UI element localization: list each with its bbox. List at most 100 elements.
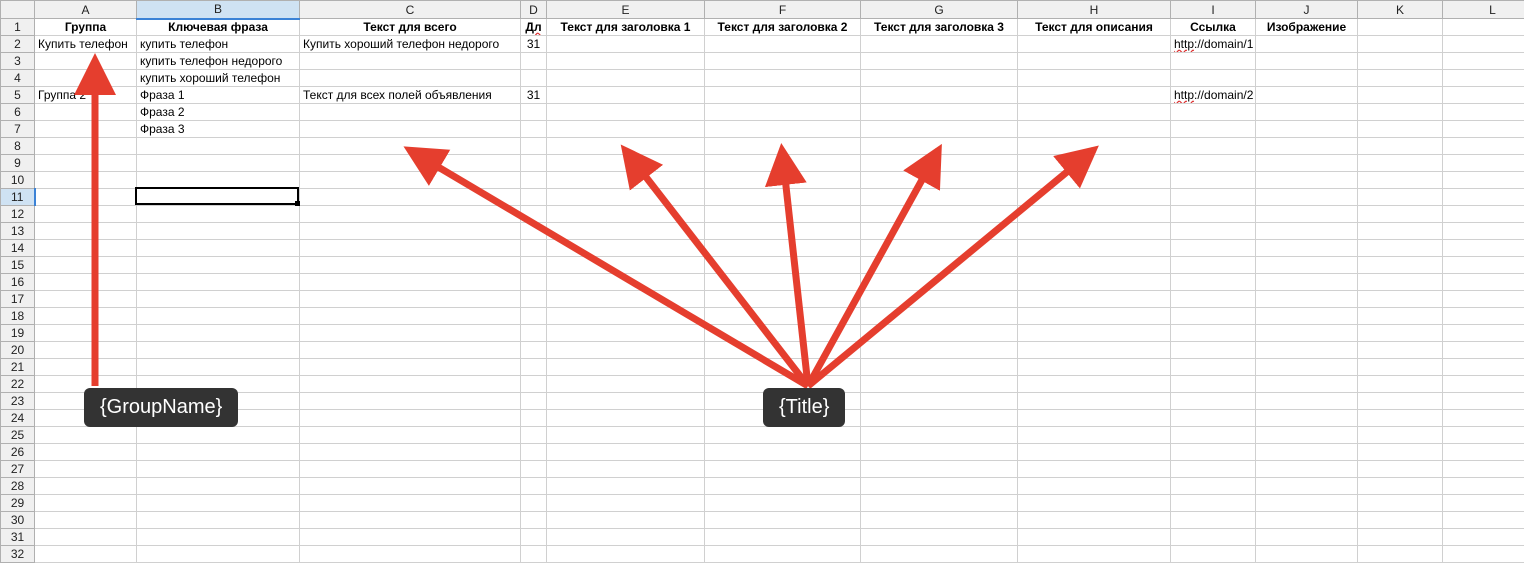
cell-F2[interactable] — [705, 36, 861, 53]
cell-J16[interactable] — [1256, 274, 1358, 291]
cell-H3[interactable] — [1018, 53, 1171, 70]
cell-F27[interactable] — [705, 461, 861, 478]
cell-D25[interactable] — [521, 427, 547, 444]
cell-L23[interactable] — [1443, 393, 1524, 410]
cell-A11[interactable] — [35, 189, 137, 206]
row-header-9[interactable]: 9 — [1, 155, 35, 172]
cell-A21[interactable] — [35, 359, 137, 376]
cell-J12[interactable] — [1256, 206, 1358, 223]
cell-F28[interactable] — [705, 478, 861, 495]
cell-F7[interactable] — [705, 121, 861, 138]
cell-J29[interactable] — [1256, 495, 1358, 512]
row-header-30[interactable]: 30 — [1, 512, 35, 529]
cell-H19[interactable] — [1018, 325, 1171, 342]
cell-B31[interactable] — [137, 529, 300, 546]
cell-G9[interactable] — [861, 155, 1018, 172]
cell-K3[interactable] — [1358, 53, 1443, 70]
cell-L8[interactable] — [1443, 138, 1524, 155]
cell-G24[interactable] — [861, 410, 1018, 427]
cell-K6[interactable] — [1358, 104, 1443, 121]
row-header-12[interactable]: 12 — [1, 206, 35, 223]
cell-D4[interactable] — [521, 70, 547, 87]
cell-I26[interactable] — [1171, 444, 1256, 461]
cell-F13[interactable] — [705, 223, 861, 240]
cell-E23[interactable] — [547, 393, 705, 410]
cell-H28[interactable] — [1018, 478, 1171, 495]
cell-B9[interactable] — [137, 155, 300, 172]
cell-C9[interactable] — [300, 155, 521, 172]
cell-G11[interactable] — [861, 189, 1018, 206]
cell-D16[interactable] — [521, 274, 547, 291]
cell-E26[interactable] — [547, 444, 705, 461]
cell-L31[interactable] — [1443, 529, 1524, 546]
cell-E17[interactable] — [547, 291, 705, 308]
cell-G5[interactable] — [861, 87, 1018, 104]
cell-G31[interactable] — [861, 529, 1018, 546]
cell-J31[interactable] — [1256, 529, 1358, 546]
cell-K12[interactable] — [1358, 206, 1443, 223]
cell-E15[interactable] — [547, 257, 705, 274]
cell-B15[interactable] — [137, 257, 300, 274]
cell-A6[interactable] — [35, 104, 137, 121]
cell-E24[interactable] — [547, 410, 705, 427]
cell-L16[interactable] — [1443, 274, 1524, 291]
cell-F25[interactable] — [705, 427, 861, 444]
cell-A30[interactable] — [35, 512, 137, 529]
cell-C32[interactable] — [300, 546, 521, 563]
cell-K14[interactable] — [1358, 240, 1443, 257]
cell-H32[interactable] — [1018, 546, 1171, 563]
cell-L28[interactable] — [1443, 478, 1524, 495]
cell-G8[interactable] — [861, 138, 1018, 155]
cell-F8[interactable] — [705, 138, 861, 155]
row-header-28[interactable]: 28 — [1, 478, 35, 495]
cell-F3[interactable] — [705, 53, 861, 70]
cell-I10[interactable] — [1171, 172, 1256, 189]
cell-C29[interactable] — [300, 495, 521, 512]
cell-F18[interactable] — [705, 308, 861, 325]
cell-I21[interactable] — [1171, 359, 1256, 376]
cell-B3[interactable]: купить телефон недорого — [137, 53, 300, 70]
cell-F14[interactable] — [705, 240, 861, 257]
cell-J20[interactable] — [1256, 342, 1358, 359]
cell-K17[interactable] — [1358, 291, 1443, 308]
row-header-13[interactable]: 13 — [1, 223, 35, 240]
cell-J32[interactable] — [1256, 546, 1358, 563]
column-header-D[interactable]: D — [521, 1, 547, 19]
cell-H14[interactable] — [1018, 240, 1171, 257]
cell-E31[interactable] — [547, 529, 705, 546]
cell-F11[interactable] — [705, 189, 861, 206]
cell-G32[interactable] — [861, 546, 1018, 563]
cell-H26[interactable] — [1018, 444, 1171, 461]
cell-I7[interactable] — [1171, 121, 1256, 138]
cell-B10[interactable] — [137, 172, 300, 189]
cell-F17[interactable] — [705, 291, 861, 308]
cell-A28[interactable] — [35, 478, 137, 495]
cell-L4[interactable] — [1443, 70, 1524, 87]
cell-I28[interactable] — [1171, 478, 1256, 495]
cell-J11[interactable] — [1256, 189, 1358, 206]
cell-E8[interactable] — [547, 138, 705, 155]
cell-E29[interactable] — [547, 495, 705, 512]
cell-G28[interactable] — [861, 478, 1018, 495]
row-header-14[interactable]: 14 — [1, 240, 35, 257]
cell-D9[interactable] — [521, 155, 547, 172]
cell-K30[interactable] — [1358, 512, 1443, 529]
cell-I9[interactable] — [1171, 155, 1256, 172]
cell-L5[interactable] — [1443, 87, 1524, 104]
row-header-17[interactable]: 17 — [1, 291, 35, 308]
cell-H31[interactable] — [1018, 529, 1171, 546]
cell-L27[interactable] — [1443, 461, 1524, 478]
cell-B26[interactable] — [137, 444, 300, 461]
cell-B5[interactable]: Фраза 1 — [137, 87, 300, 104]
cell-F10[interactable] — [705, 172, 861, 189]
cell-I6[interactable] — [1171, 104, 1256, 121]
cell-F15[interactable] — [705, 257, 861, 274]
cell-K9[interactable] — [1358, 155, 1443, 172]
cell-K2[interactable] — [1358, 36, 1443, 53]
cell-B20[interactable] — [137, 342, 300, 359]
cell-J28[interactable] — [1256, 478, 1358, 495]
column-header-E[interactable]: E — [547, 1, 705, 19]
cell-E6[interactable] — [547, 104, 705, 121]
cell-C14[interactable] — [300, 240, 521, 257]
column-header-C[interactable]: C — [300, 1, 521, 19]
